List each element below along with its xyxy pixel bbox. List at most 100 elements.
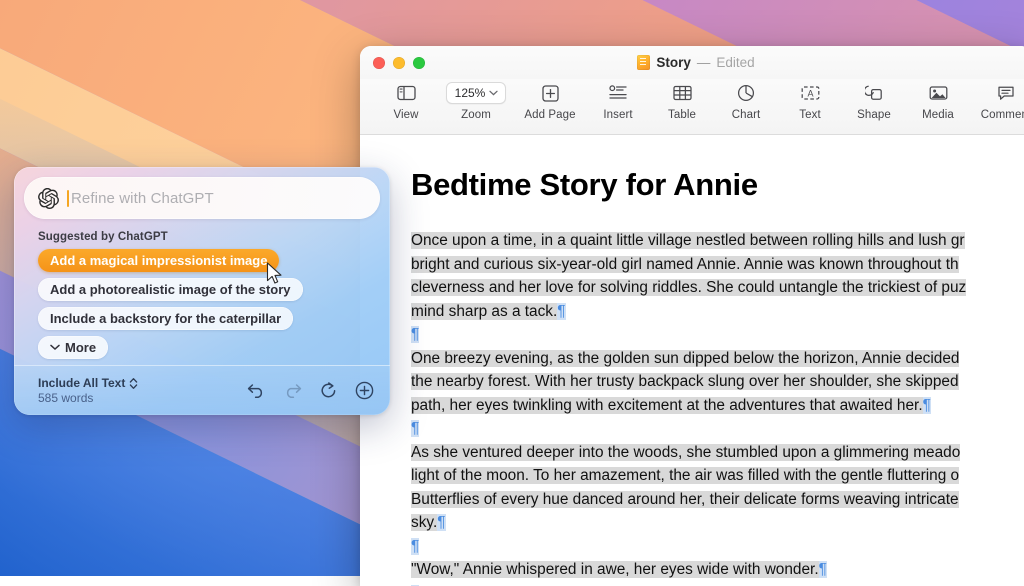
pilcrow-mark: ¶ — [411, 420, 419, 437]
toolbar-media[interactable]: Media — [906, 82, 970, 121]
include-text-group: Include All Text 585 words — [38, 376, 138, 405]
empty-paragraph[interactable]: ¶ — [411, 323, 1024, 347]
document-line: cleverness and her love for solving ridd… — [411, 276, 1024, 300]
toolbar-shape-label: Shape — [857, 109, 891, 121]
toolbar-comment-label: Comment — [981, 109, 1024, 121]
chatgpt-refine-panel: Refine with ChatGPT Suggested by ChatGPT… — [14, 167, 390, 415]
selected-text: Butterflies of every hue danced around h… — [411, 491, 959, 508]
include-all-text-label: Include All Text — [38, 376, 125, 390]
openai-logo-icon — [38, 188, 59, 209]
empty-paragraph[interactable]: ¶ — [411, 417, 1024, 441]
toolbar-view-label: View — [393, 109, 418, 121]
document-line: mind sharp as a tack.¶ — [411, 300, 1024, 324]
suggestion-chip-3[interactable]: Include a backstory for the caterpillar — [38, 307, 293, 330]
document-paragraph[interactable]: Once upon a time, in a quaint little vil… — [411, 229, 1024, 323]
toolbar-shape[interactable]: Shape — [842, 82, 906, 121]
suggestion-chip-1[interactable]: Add a magical impressionist image — [38, 249, 279, 272]
window-title-group: Story — Edited — [360, 46, 1024, 79]
document-line: As she ventured deeper into the woods, s… — [411, 441, 1024, 465]
document-line: "Wow," Annie whispered in awe, her eyes … — [411, 558, 1024, 582]
toolbar-chart-label: Chart — [732, 109, 761, 121]
comment-icon — [997, 82, 1015, 104]
suggestion-chip-list: Add a magical impressionist image Add a … — [38, 249, 390, 359]
toolbar-group-left: View 125% Zoom — [374, 82, 586, 121]
pilcrow-mark: ¶ — [923, 397, 931, 414]
insert-icon — [609, 82, 628, 104]
document-line: path, her eyes twinkling with excitement… — [411, 394, 1024, 418]
toolbar-add-page[interactable]: Add Page — [514, 82, 586, 121]
suggested-heading: Suggested by ChatGPT — [38, 231, 390, 243]
toolbar-zoom[interactable]: 125% Zoom — [438, 82, 514, 121]
suggestion-chip-2[interactable]: Add a photorealistic image of the story — [38, 278, 303, 301]
toolbar-insert[interactable]: Insert — [586, 82, 650, 121]
selected-text: path, her eyes twinkling with excitement… — [411, 397, 923, 414]
toolbar-text[interactable]: A Text — [778, 82, 842, 121]
selected-text: cleverness and her love for solving ridd… — [411, 279, 966, 296]
zoom-select[interactable]: 125% — [446, 82, 507, 104]
pilcrow-mark: ¶ — [437, 514, 445, 531]
toolbar-media-label: Media — [922, 109, 954, 121]
chatgpt-panel-footer: Include All Text 585 words — [14, 365, 390, 415]
close-button[interactable] — [373, 57, 385, 69]
maximize-button[interactable] — [413, 57, 425, 69]
selected-text: One breezy evening, as the golden sun di… — [411, 350, 959, 367]
pilcrow-mark: ¶ — [411, 326, 419, 343]
selected-text: the nearby forest. With her trusty backp… — [411, 373, 959, 390]
document-line: light of the moon. To her amazement, the… — [411, 464, 1024, 488]
zoom-value: 125% — [455, 86, 486, 100]
add-circle-icon[interactable] — [355, 381, 374, 400]
document-paragraph[interactable]: "Wow," Annie whispered in awe, her eyes … — [411, 558, 1024, 582]
toolbar-chart[interactable]: Chart — [714, 82, 778, 121]
document-page[interactable]: Bedtime Story for Annie Once upon a time… — [360, 135, 1024, 586]
document-line: bright and curious six-year-old girl nam… — [411, 253, 1024, 277]
pages-document-window: Story — Edited View 125% — [360, 46, 1024, 586]
toolbar-zoom-label: Zoom — [461, 109, 491, 121]
toolbar-add-page-label: Add Page — [524, 109, 575, 121]
window-titlebar: Story — Edited — [360, 46, 1024, 79]
text-box-icon: A — [801, 82, 820, 104]
pages-toolbar: View 125% Zoom — [360, 79, 1024, 135]
regenerate-icon[interactable] — [319, 381, 338, 400]
undo-icon[interactable] — [247, 381, 266, 400]
document-line: the nearby forest. With her trusty backp… — [411, 370, 1024, 394]
empty-paragraph[interactable]: ¶ — [411, 535, 1024, 559]
more-suggestions-button[interactable]: More — [38, 336, 108, 359]
add-page-icon — [542, 82, 559, 104]
chatgpt-action-buttons — [247, 381, 374, 400]
document-paragraph[interactable]: One breezy evening, as the golden sun di… — [411, 347, 1024, 418]
pages-document-icon — [637, 55, 650, 70]
svg-text:A: A — [807, 89, 813, 99]
selected-text: Once upon a time, in a quaint little vil… — [411, 232, 965, 249]
more-label: More — [65, 340, 96, 355]
toolbar-group-right: Insert Table — [586, 82, 1024, 121]
include-all-text-selector[interactable]: Include All Text — [38, 376, 138, 390]
selected-text: sky. — [411, 514, 437, 531]
toolbar-comment[interactable]: Comment — [970, 82, 1024, 121]
document-paragraph[interactable]: As she ventured deeper into the woods, s… — [411, 441, 1024, 535]
redo-icon — [283, 381, 302, 400]
document-line: Once upon a time, in a quaint little vil… — [411, 229, 1024, 253]
document-scroll-area[interactable]: Bedtime Story for Annie Once upon a time… — [360, 135, 1024, 586]
window-controls[interactable] — [373, 57, 425, 69]
title-separator: — — [697, 55, 711, 70]
chatgpt-prompt-field[interactable]: Refine with ChatGPT — [24, 177, 380, 219]
document-line: Butterflies of every hue danced around h… — [411, 488, 1024, 512]
minimize-button[interactable] — [393, 57, 405, 69]
table-icon — [673, 82, 692, 104]
chevron-down-icon — [50, 344, 60, 351]
selected-text: bright and curious six-year-old girl nam… — [411, 256, 959, 273]
toolbar-view[interactable]: View — [374, 82, 438, 121]
chatgpt-prompt-placeholder: Refine with ChatGPT — [71, 190, 214, 207]
pilcrow-mark: ¶ — [411, 538, 419, 555]
selected-text: "Wow," Annie whispered in awe, her eyes … — [411, 561, 819, 578]
document-body[interactable]: Once upon a time, in a quaint little vil… — [411, 229, 1024, 586]
toolbar-insert-label: Insert — [603, 109, 632, 121]
document-line: sky.¶ — [411, 511, 1024, 535]
empty-paragraph[interactable]: ¶ — [411, 582, 1024, 586]
selected-text: light of the moon. To her amazement, the… — [411, 467, 959, 484]
chevron-down-icon — [489, 90, 498, 96]
window-title: Story — [656, 55, 691, 70]
toolbar-table[interactable]: Table — [650, 82, 714, 121]
shape-icon — [865, 82, 884, 104]
selected-text: mind sharp as a tack. — [411, 303, 557, 320]
